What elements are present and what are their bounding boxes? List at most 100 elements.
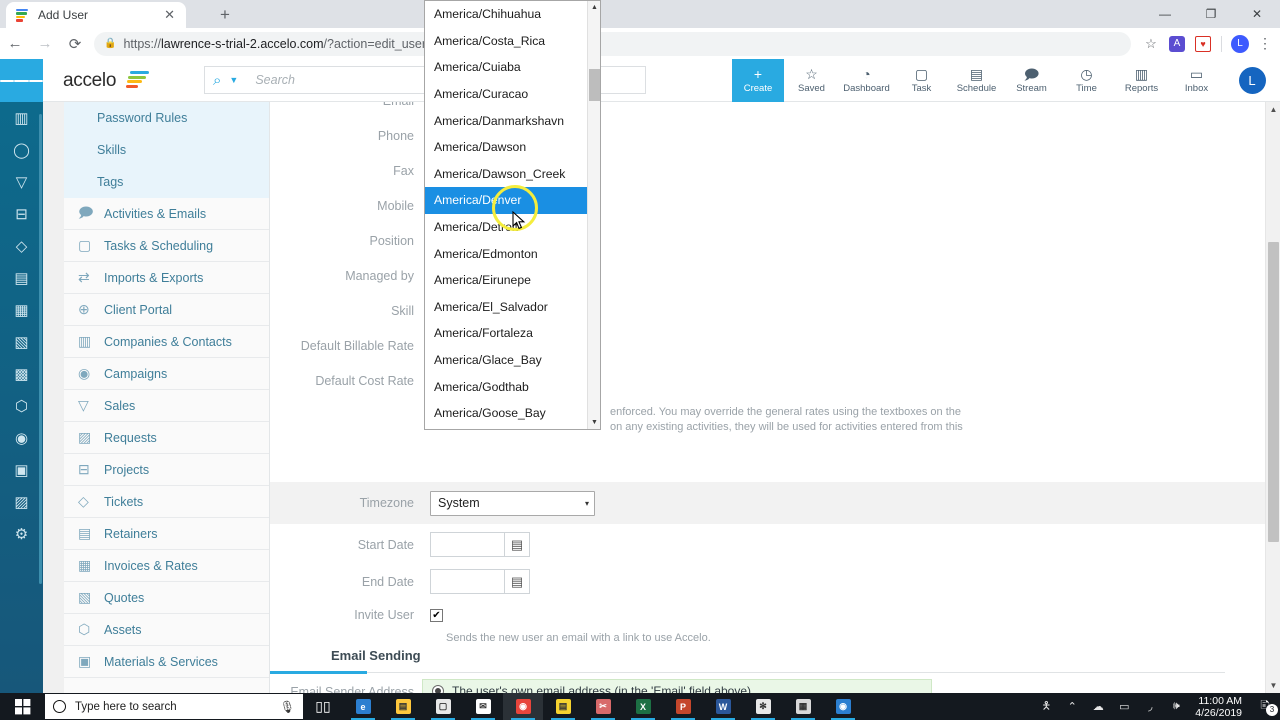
campaigns-icon[interactable]: ◉ bbox=[0, 422, 43, 454]
reload-button[interactable]: ⟳ bbox=[60, 30, 90, 58]
timezone-option[interactable]: America/El_Salvador bbox=[425, 294, 589, 321]
email-sender-option-row[interactable]: The user's own email address (in the 'Em… bbox=[422, 679, 932, 693]
sidebar-item-tickets[interactable]: ◇ Tickets bbox=[64, 486, 269, 518]
timezone-option[interactable]: America/Glace_Bay bbox=[425, 347, 589, 374]
mail-taskbar-icon[interactable]: ✉ bbox=[463, 693, 503, 720]
invoices-icon[interactable]: ▦ bbox=[0, 294, 43, 326]
dropdown-scrollbar[interactable]: ▲ ▼ bbox=[587, 1, 600, 429]
timezone-option[interactable]: America/Curacao bbox=[425, 81, 589, 108]
hamburger-menu-icon[interactable] bbox=[0, 59, 43, 102]
page-scrollbar[interactable]: ▲ ▼ bbox=[1265, 102, 1280, 693]
timezone-option[interactable]: America/Dawson bbox=[425, 134, 589, 161]
edge-taskbar-icon[interactable]: e bbox=[343, 693, 383, 720]
tab-close-icon[interactable]: ✕ bbox=[161, 7, 178, 23]
nav-create-button[interactable]: + Create bbox=[732, 59, 784, 102]
sidebar-item-requests[interactable]: ▨ Requests bbox=[64, 422, 269, 454]
sidebar-item-skills[interactable]: Skills bbox=[64, 134, 269, 166]
tickets-tag-icon[interactable]: ◇ bbox=[0, 230, 43, 262]
requests-icon[interactable]: ▨ bbox=[0, 486, 43, 518]
snipping-tool-taskbar-icon[interactable]: ✂ bbox=[583, 693, 623, 720]
sidebar-item-retainers[interactable]: ▤ Retainers bbox=[64, 518, 269, 550]
page-scrollbar-thumb[interactable] bbox=[1268, 242, 1279, 542]
sidebar-item-quotes[interactable]: ▧ Quotes bbox=[64, 582, 269, 614]
dropdown-scroll-down-icon[interactable]: ▼ bbox=[588, 416, 600, 429]
bookmark-star-icon[interactable]: ☆ bbox=[1139, 32, 1163, 56]
sidebar-item-client-portal[interactable]: ⊕ Client Portal bbox=[64, 294, 269, 326]
microphone-icon[interactable]: 🎙 bbox=[280, 700, 295, 714]
microsoft-store-taskbar-icon[interactable]: ▢ bbox=[423, 693, 463, 720]
onedrive-icon[interactable]: ☁ bbox=[1085, 700, 1111, 713]
timezone-option[interactable]: America/Edmonton bbox=[425, 240, 589, 267]
sidebar-item-assets[interactable]: ⬡ Assets bbox=[64, 614, 269, 646]
timezone-option[interactable]: America/Godthab bbox=[425, 373, 589, 400]
excel-taskbar-icon[interactable]: X bbox=[623, 693, 663, 720]
dropdown-scrollbar-thumb[interactable] bbox=[589, 69, 600, 101]
sidebar-item-password-rules[interactable]: Password Rules bbox=[64, 102, 269, 134]
sidebar-item-projects[interactable]: ⊟ Projects bbox=[64, 454, 269, 486]
timezone-select[interactable]: System ▾ bbox=[430, 490, 595, 516]
settings-gear-icon[interactable]: ⚙ bbox=[0, 518, 43, 550]
extension-a-icon[interactable]: A bbox=[1165, 32, 1189, 56]
person-icon[interactable]: ◯ bbox=[0, 134, 43, 166]
sidebar-item-invoices-rates[interactable]: ▦ Invoices & Rates bbox=[64, 550, 269, 582]
nav-reports[interactable]: ▥ Reports bbox=[1114, 59, 1169, 102]
retainers-icon[interactable]: ▤ bbox=[0, 262, 43, 294]
timezone-option[interactable]: America/Chihuahua bbox=[425, 1, 589, 28]
sidebar-item-imports-exports[interactable]: ⇄ Imports & Exports bbox=[64, 262, 269, 294]
nav-saved[interactable]: ☆ Saved bbox=[784, 59, 839, 102]
forward-button[interactable]: → bbox=[30, 30, 60, 58]
sidebar-item-companies-contacts[interactable]: ▥ Companies & Contacts bbox=[64, 326, 269, 358]
address-bar[interactable]: 🔒 https://lawrence-s-trial-2.accelo.com/… bbox=[94, 31, 1131, 56]
scroll-up-icon[interactable]: ▲ bbox=[1266, 102, 1280, 117]
timezone-option[interactable]: America/Danmarkshavn bbox=[425, 107, 589, 134]
wifi-icon[interactable]: ◞ bbox=[1137, 700, 1163, 713]
scroll-down-icon[interactable]: ▼ bbox=[1266, 678, 1280, 693]
icon-strip-scrollbar[interactable] bbox=[39, 114, 42, 584]
calculator-taskbar-icon[interactable]: ▦ bbox=[783, 693, 823, 720]
people-icon[interactable]: 🯅 bbox=[1033, 697, 1059, 716]
projects-icon[interactable]: ⊟ bbox=[0, 198, 43, 230]
new-tab-button[interactable]: + bbox=[214, 4, 236, 26]
taskbar-clock[interactable]: 11:00 AM 4/26/2019 bbox=[1189, 695, 1250, 719]
quotes-icon[interactable]: ▧ bbox=[0, 326, 43, 358]
browser-profile-avatar[interactable]: L bbox=[1228, 32, 1252, 56]
battery-icon[interactable]: ▭ bbox=[1111, 700, 1137, 713]
companies-icon[interactable]: ▥ bbox=[0, 102, 43, 134]
materials-icon[interactable]: ▣ bbox=[0, 454, 43, 486]
window-close-button[interactable]: ✕ bbox=[1234, 0, 1280, 28]
billing-icon[interactable]: ▩ bbox=[0, 358, 43, 390]
browser-menu-icon[interactable]: ⋮ bbox=[1254, 35, 1276, 52]
powerpoint-taskbar-icon[interactable]: P bbox=[663, 693, 703, 720]
sidebar-item-tags[interactable]: Tags bbox=[64, 166, 269, 198]
volume-icon[interactable]: 🕪 bbox=[1163, 700, 1189, 713]
calendar-icon[interactable]: ▤ bbox=[505, 569, 530, 594]
file-explorer-taskbar-icon[interactable]: ▤ bbox=[383, 693, 423, 720]
timezone-option[interactable]: America/Dawson_Creek bbox=[425, 161, 589, 188]
sidebar-item-campaigns[interactable]: ◉ Campaigns bbox=[64, 358, 269, 390]
window-minimize-button[interactable]: — bbox=[1142, 0, 1188, 28]
start-button[interactable] bbox=[0, 693, 45, 720]
dropdown-scroll-up-icon[interactable]: ▲ bbox=[588, 1, 600, 14]
search-filter-caret-icon[interactable]: ▼ bbox=[229, 75, 238, 85]
calendar-icon[interactable]: ▤ bbox=[505, 532, 530, 557]
timezone-option[interactable]: America/Goose_Bay bbox=[425, 400, 589, 427]
user-avatar-wrap[interactable]: L bbox=[1224, 59, 1280, 102]
sticky-notes-taskbar-icon[interactable]: ▤ bbox=[543, 693, 583, 720]
sidebar-item-sales[interactable]: ▽ Sales bbox=[64, 390, 269, 422]
timezone-option[interactable]: America/Costa_Rica bbox=[425, 28, 589, 55]
timezone-option[interactable]: America/Cuiaba bbox=[425, 54, 589, 81]
sidebar-item-materials-services[interactable]: ▣ Materials & Services bbox=[64, 646, 269, 678]
timezone-option[interactable]: America/Fortaleza bbox=[425, 320, 589, 347]
window-maximize-button[interactable]: ❐ bbox=[1188, 0, 1234, 28]
nav-stream[interactable]: 🗩 Stream bbox=[1004, 59, 1059, 102]
nav-inbox[interactable]: ▭ Inbox bbox=[1169, 59, 1224, 102]
browser-tab[interactable]: Add User ✕ bbox=[6, 2, 186, 28]
chrome-taskbar-icon[interactable]: ◉ bbox=[503, 693, 543, 720]
nav-task[interactable]: ▢ Task bbox=[894, 59, 949, 102]
slack-taskbar-icon[interactable]: ✻ bbox=[743, 693, 783, 720]
nav-schedule[interactable]: ▤ Schedule bbox=[949, 59, 1004, 102]
start-date-input[interactable] bbox=[430, 532, 505, 557]
task-view-icon[interactable]: ▯▯ bbox=[303, 693, 343, 720]
sidebar-item-tasks-scheduling[interactable]: ▢ Tasks & Scheduling bbox=[64, 230, 269, 262]
word-taskbar-icon[interactable]: W bbox=[703, 693, 743, 720]
